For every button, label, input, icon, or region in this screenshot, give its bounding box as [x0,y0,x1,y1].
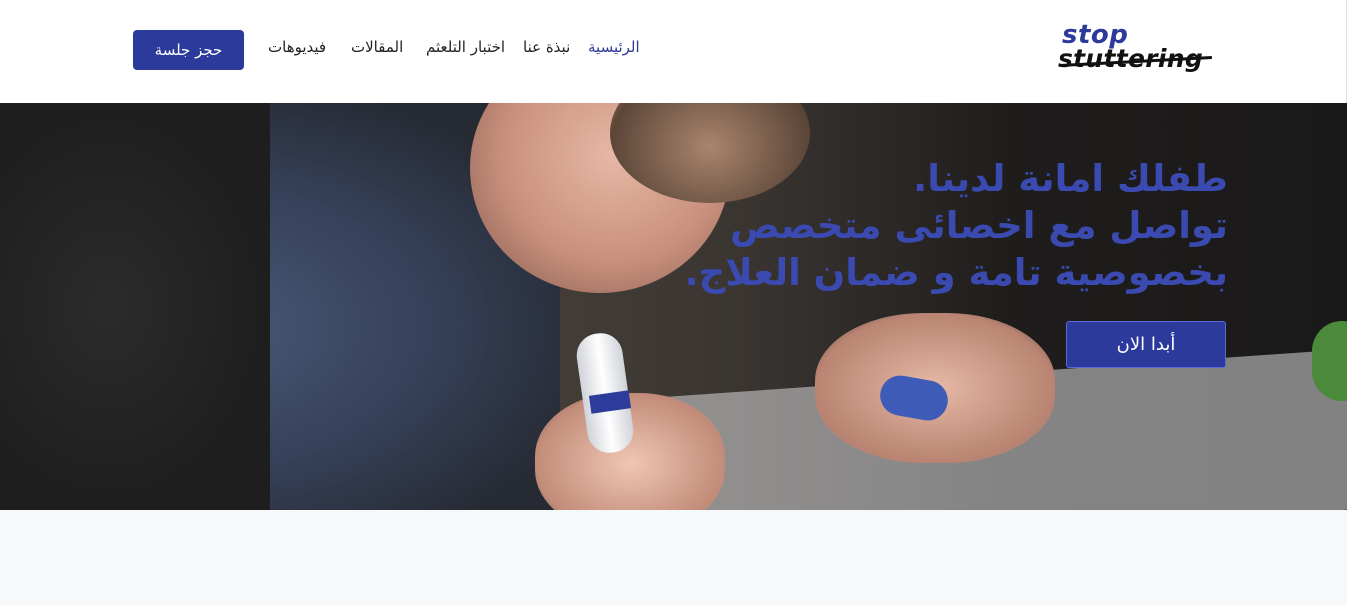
book-session-button[interactable]: حجز جلسة [133,30,244,70]
hero-photo-sweater [0,103,270,510]
nav-about[interactable]: نبذة عنا [523,38,570,62]
hero-headline: طفلك امانة لدينا. تواصل مع اخصائى متخصص … [680,155,1228,296]
site-logo[interactable]: stop stuttering [1058,20,1218,76]
nav-home[interactable]: الرئيسية [588,38,640,62]
site-header: stop stuttering الرئيسية نبذة عنا اختبار… [0,0,1347,103]
hero-headline-line3: بخصوصية تامة و ضمان العلاج. [684,251,1228,294]
page-section-empty [0,510,1347,605]
nav-stutter-test[interactable]: اختبار التلعثم [426,38,505,62]
nav-articles[interactable]: المقالات [351,38,403,62]
hero-banner: طفلك امانة لدينا. تواصل مع اخصائى متخصص … [0,103,1347,510]
green-object-edge [1312,321,1347,401]
start-now-button[interactable]: أبدا الان [1066,321,1226,368]
hero-headline-line1: طفلك امانة لدينا. [913,157,1228,200]
nav-videos[interactable]: فيديوهات [268,38,326,62]
hero-headline-line2: تواصل مع اخصائى متخصص [729,204,1228,247]
